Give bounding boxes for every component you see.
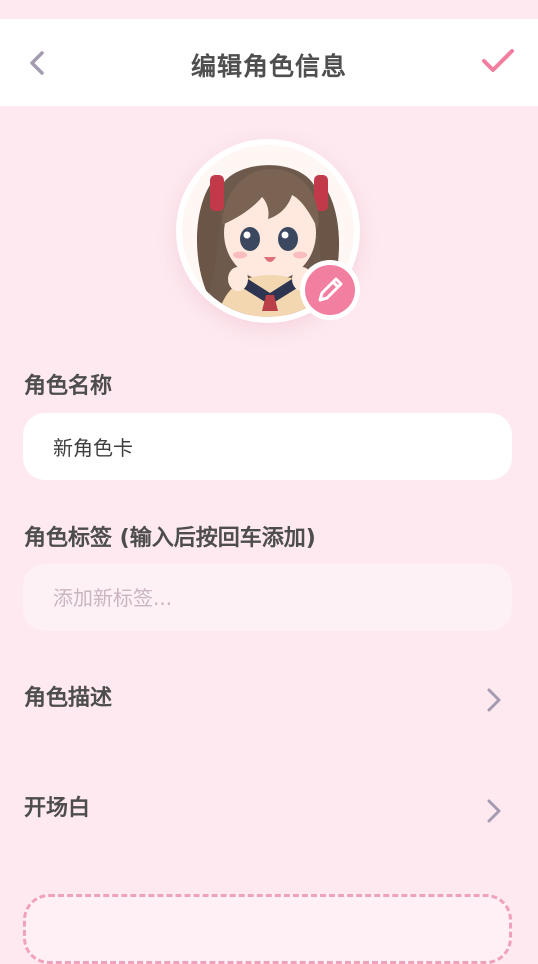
- check-icon: [482, 49, 514, 72]
- status-bar-area: [0, 0, 538, 19]
- edit-avatar-button[interactable]: [300, 260, 360, 320]
- page-title: 编辑角色信息: [190, 52, 347, 81]
- bottom-action-button[interactable]: [23, 894, 512, 964]
- name-field-value: 新角色卡: [53, 436, 133, 460]
- avatar-container: [176, 139, 360, 323]
- chevron-right-icon: [487, 799, 501, 823]
- header-bar: 编辑角色信息: [0, 19, 538, 106]
- description-label: 角色描述: [24, 686, 113, 711]
- description-row[interactable]: 角色描述: [0, 670, 538, 740]
- opening-label: 开场白: [24, 796, 91, 821]
- name-label: 角色名称: [24, 374, 113, 399]
- pencil-icon: [318, 277, 343, 302]
- confirm-button[interactable]: [478, 43, 518, 79]
- name-field[interactable]: 新角色卡: [23, 413, 512, 480]
- tags-label: 角色标签 (输入后按回车添加): [24, 526, 316, 551]
- tag-input[interactable]: [23, 564, 512, 631]
- opening-row[interactable]: 开场白: [0, 780, 538, 850]
- edit-avatar-circle: [305, 265, 355, 315]
- chevron-right-icon: [487, 688, 501, 712]
